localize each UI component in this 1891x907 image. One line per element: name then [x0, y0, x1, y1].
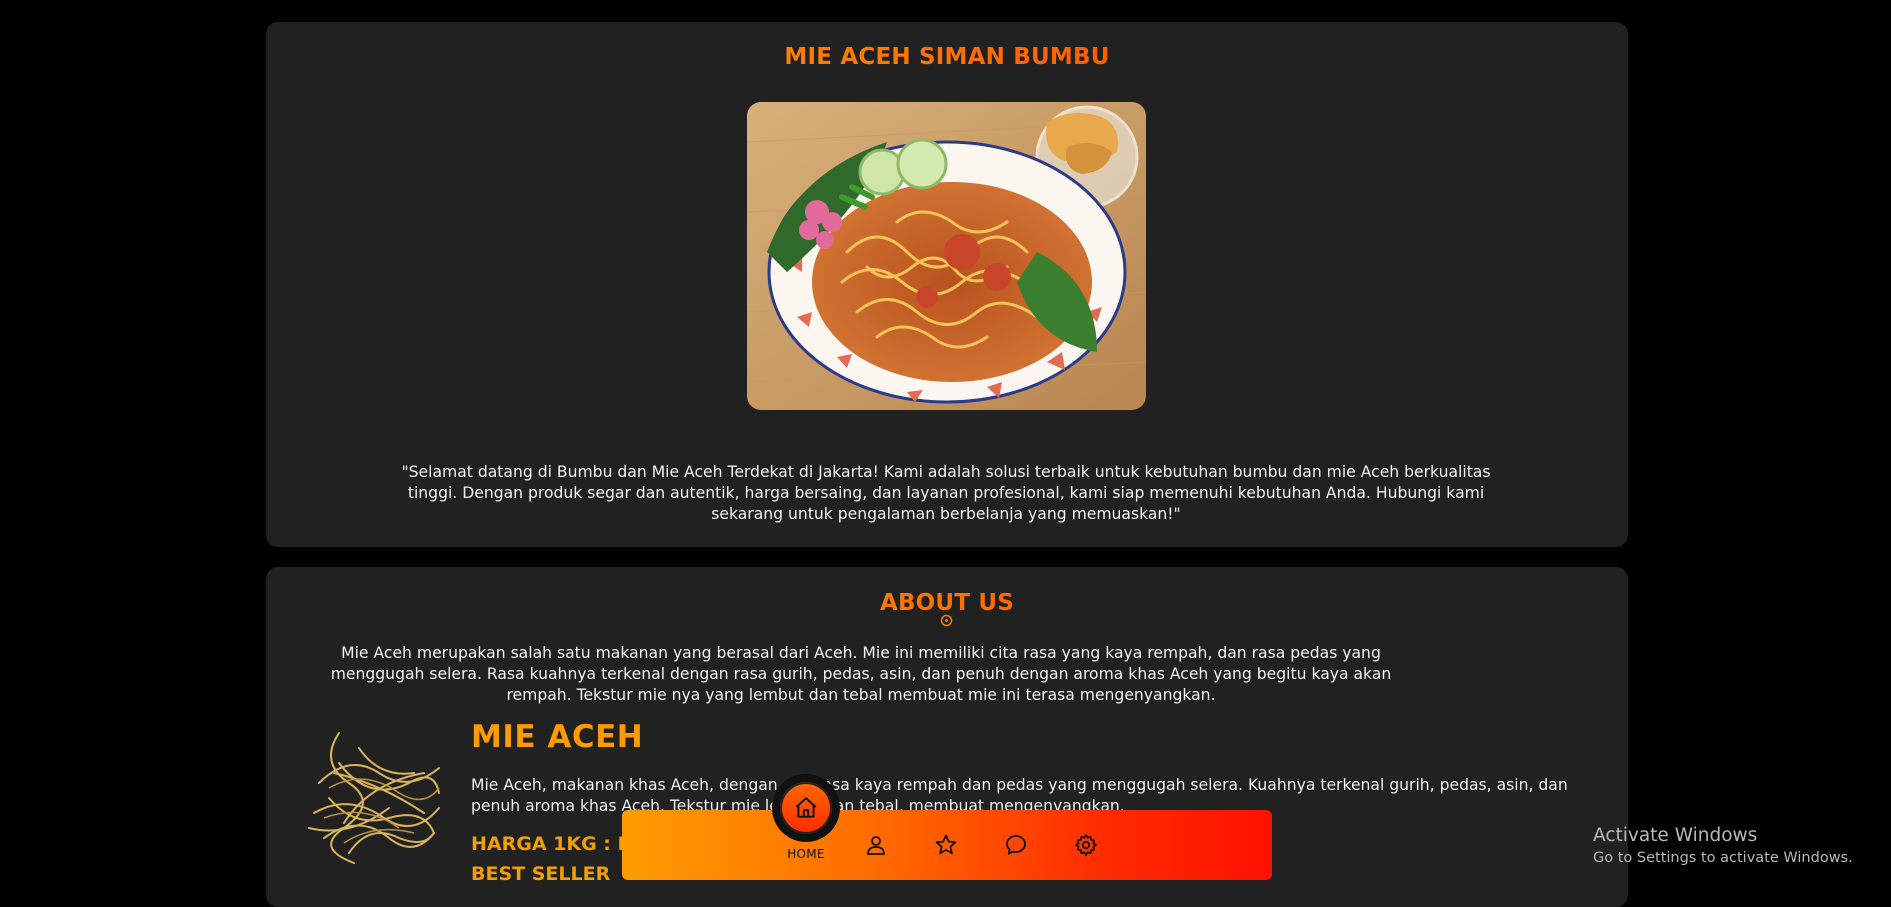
noodle-image [299, 723, 449, 873]
home-icon [795, 797, 817, 818]
nav-chat-button[interactable] [999, 828, 1033, 862]
user-icon [867, 836, 885, 855]
nav-home-label: HOME [787, 847, 825, 861]
hero-section: MIE ACEH SIMAN BUMBU "Selamat datang di … [266, 22, 1628, 547]
settings-icon [1075, 834, 1097, 856]
watermark-subtitle: Go to Settings to activate Windows. [1593, 850, 1853, 866]
nav-favorites-button[interactable] [929, 828, 963, 862]
nav-settings-button[interactable] [1069, 828, 1103, 862]
windows-activation-watermark: Activate Windows Go to Settings to activ… [1593, 824, 1853, 868]
bottom-nav-bar: HOME [622, 774, 1272, 880]
nav-home-button[interactable] [772, 774, 840, 842]
chat-icon [1006, 835, 1026, 855]
star-icon [935, 834, 957, 855]
hero-intro-text: "Selamat datang di Bumbu dan Mie Aceh Te… [401, 463, 1491, 523]
product-title: MIE ACEH [471, 719, 644, 755]
nav-profile-button[interactable] [859, 828, 893, 862]
about-text: Mie Aceh merupakan salah satu makanan ya… [330, 644, 1392, 704]
watermark-title: Activate Windows [1593, 825, 1758, 846]
hero-title: MIE ACEH SIMAN BUMBU [266, 44, 1628, 70]
best-seller-badge: BEST SELLER [471, 863, 611, 885]
cursor-icon [940, 614, 953, 627]
about-title: ABOUT US [266, 590, 1628, 616]
mie-aceh-photo [747, 102, 1146, 410]
